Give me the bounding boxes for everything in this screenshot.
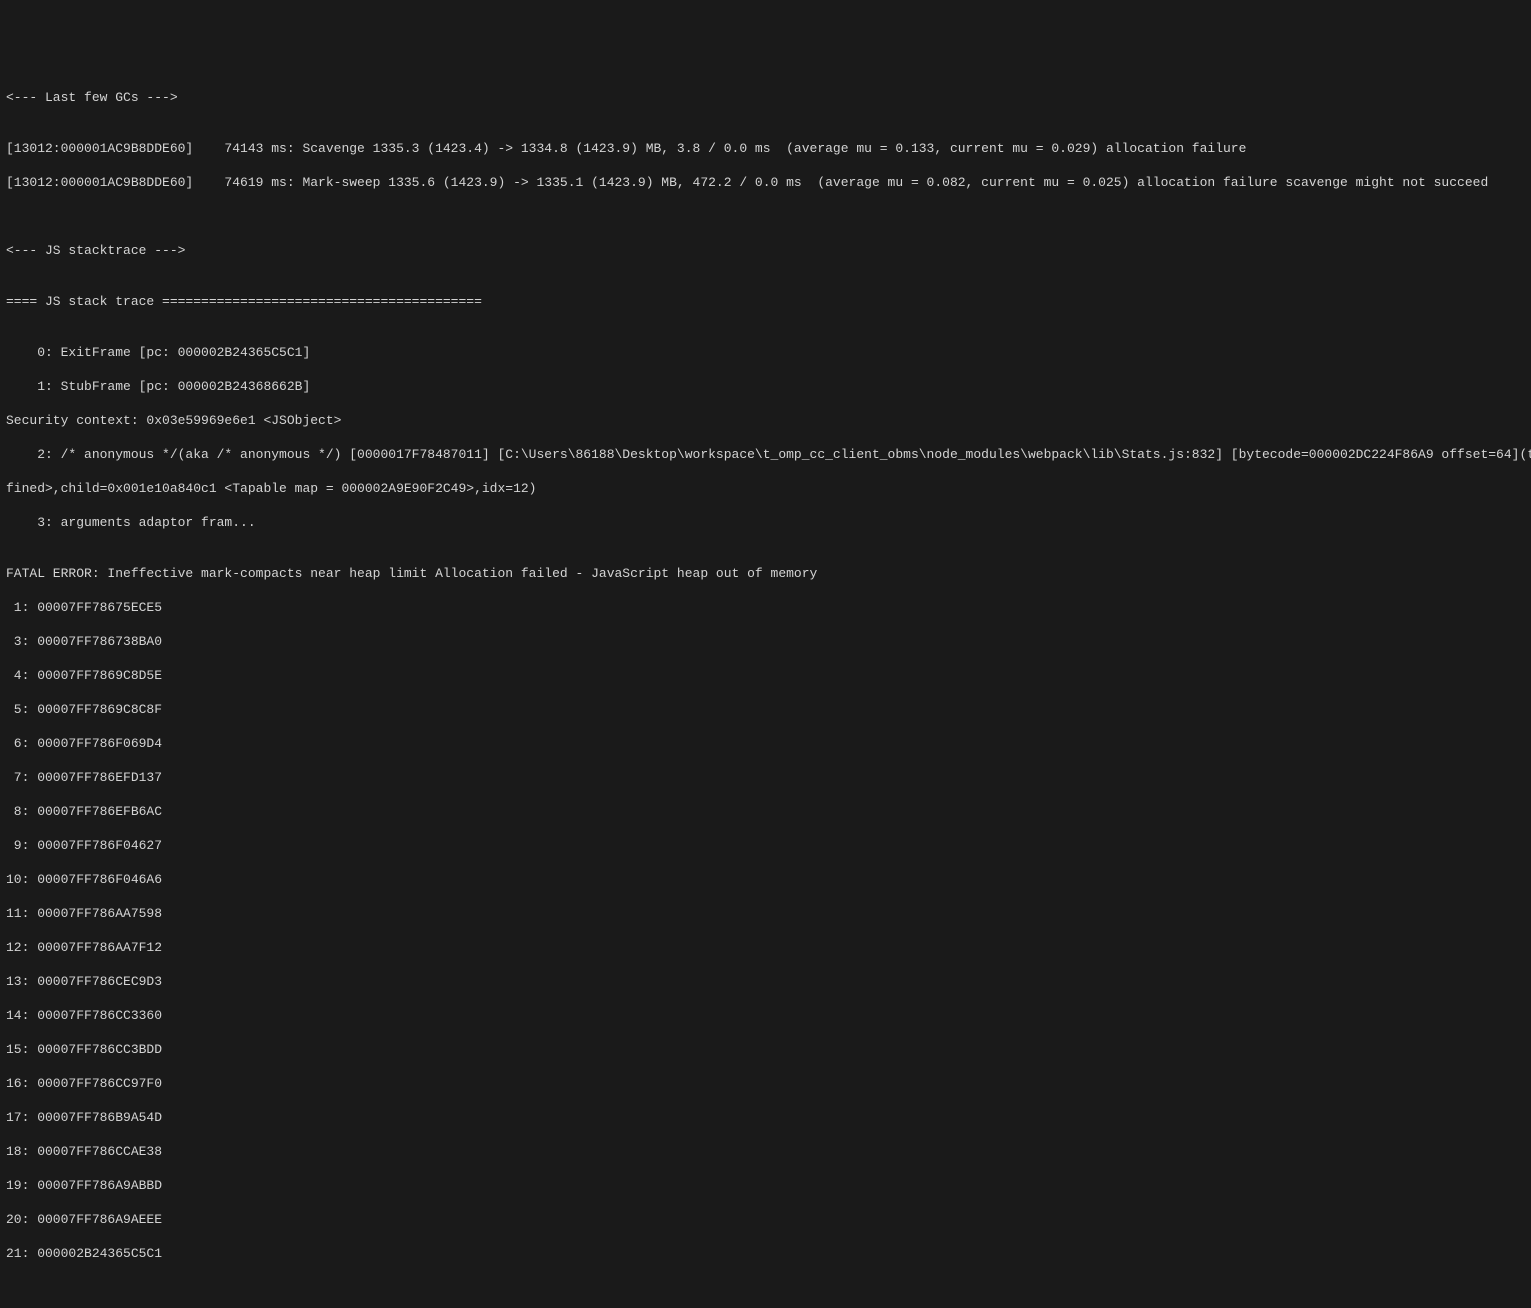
gc-header: <--- Last few GCs ---> — [6, 89, 1525, 106]
stack-address-14: 14: 00007FF786CC3360 — [6, 1007, 1525, 1024]
stack-address-15: 15: 00007FF786CC3BDD — [6, 1041, 1525, 1058]
stack-address-6: 6: 00007FF786F069D4 — [6, 735, 1525, 752]
js-stack-trace-divider: ==== JS stack trace ====================… — [6, 293, 1525, 310]
stack-address-3: 3: 00007FF786738BA0 — [6, 633, 1525, 650]
gc-marksweep-line: [13012:000001AC9B8DDE60] 74619 ms: Mark-… — [6, 174, 1525, 191]
stack-address-20: 20: 00007FF786A9AEEE — [6, 1211, 1525, 1228]
stack-address-5: 5: 00007FF7869C8C8F — [6, 701, 1525, 718]
fatal-error-line: FATAL ERROR: Ineffective mark-compacts n… — [6, 565, 1525, 582]
stack-address-4: 4: 00007FF7869C8D5E — [6, 667, 1525, 684]
stack-frame-3: 3: arguments adaptor fram... — [6, 514, 1525, 531]
stack-address-1: 1: 00007FF78675ECE5 — [6, 599, 1525, 616]
stack-frame-1: 1: StubFrame [pc: 000002B24368662B] — [6, 378, 1525, 395]
terminal-output[interactable]: <--- Last few GCs ---> [13012:000001AC9B… — [6, 72, 1525, 1279]
stack-address-7: 7: 00007FF786EFD137 — [6, 769, 1525, 786]
stack-address-9: 9: 00007FF786F04627 — [6, 837, 1525, 854]
security-context: Security context: 0x03e59969e6e1 <JSObje… — [6, 412, 1525, 429]
stack-address-19: 19: 00007FF786A9ABBD — [6, 1177, 1525, 1194]
stack-address-18: 18: 00007FF786CCAE38 — [6, 1143, 1525, 1160]
stack-address-8: 8: 00007FF786EFB6AC — [6, 803, 1525, 820]
stack-frame-0: 0: ExitFrame [pc: 000002B24365C5C1] — [6, 344, 1525, 361]
stack-address-16: 16: 00007FF786CC97F0 — [6, 1075, 1525, 1092]
stack-address-21: 21: 000002B24365C5C1 — [6, 1245, 1525, 1262]
stack-address-12: 12: 00007FF786AA7F12 — [6, 939, 1525, 956]
stack-address-13: 13: 00007FF786CEC9D3 — [6, 973, 1525, 990]
stack-address-17: 17: 00007FF786B9A54D — [6, 1109, 1525, 1126]
stack-frame-2-continued: fined>,child=0x001e10a840c1 <Tapable map… — [6, 480, 1525, 497]
gc-scavenge-line: [13012:000001AC9B8DDE60] 74143 ms: Scave… — [6, 140, 1525, 157]
stack-address-11: 11: 00007FF786AA7598 — [6, 905, 1525, 922]
stack-address-10: 10: 00007FF786F046A6 — [6, 871, 1525, 888]
js-stacktrace-header: <--- JS stacktrace ---> — [6, 242, 1525, 259]
stack-frame-2: 2: /* anonymous */(aka /* anonymous */) … — [6, 446, 1525, 463]
